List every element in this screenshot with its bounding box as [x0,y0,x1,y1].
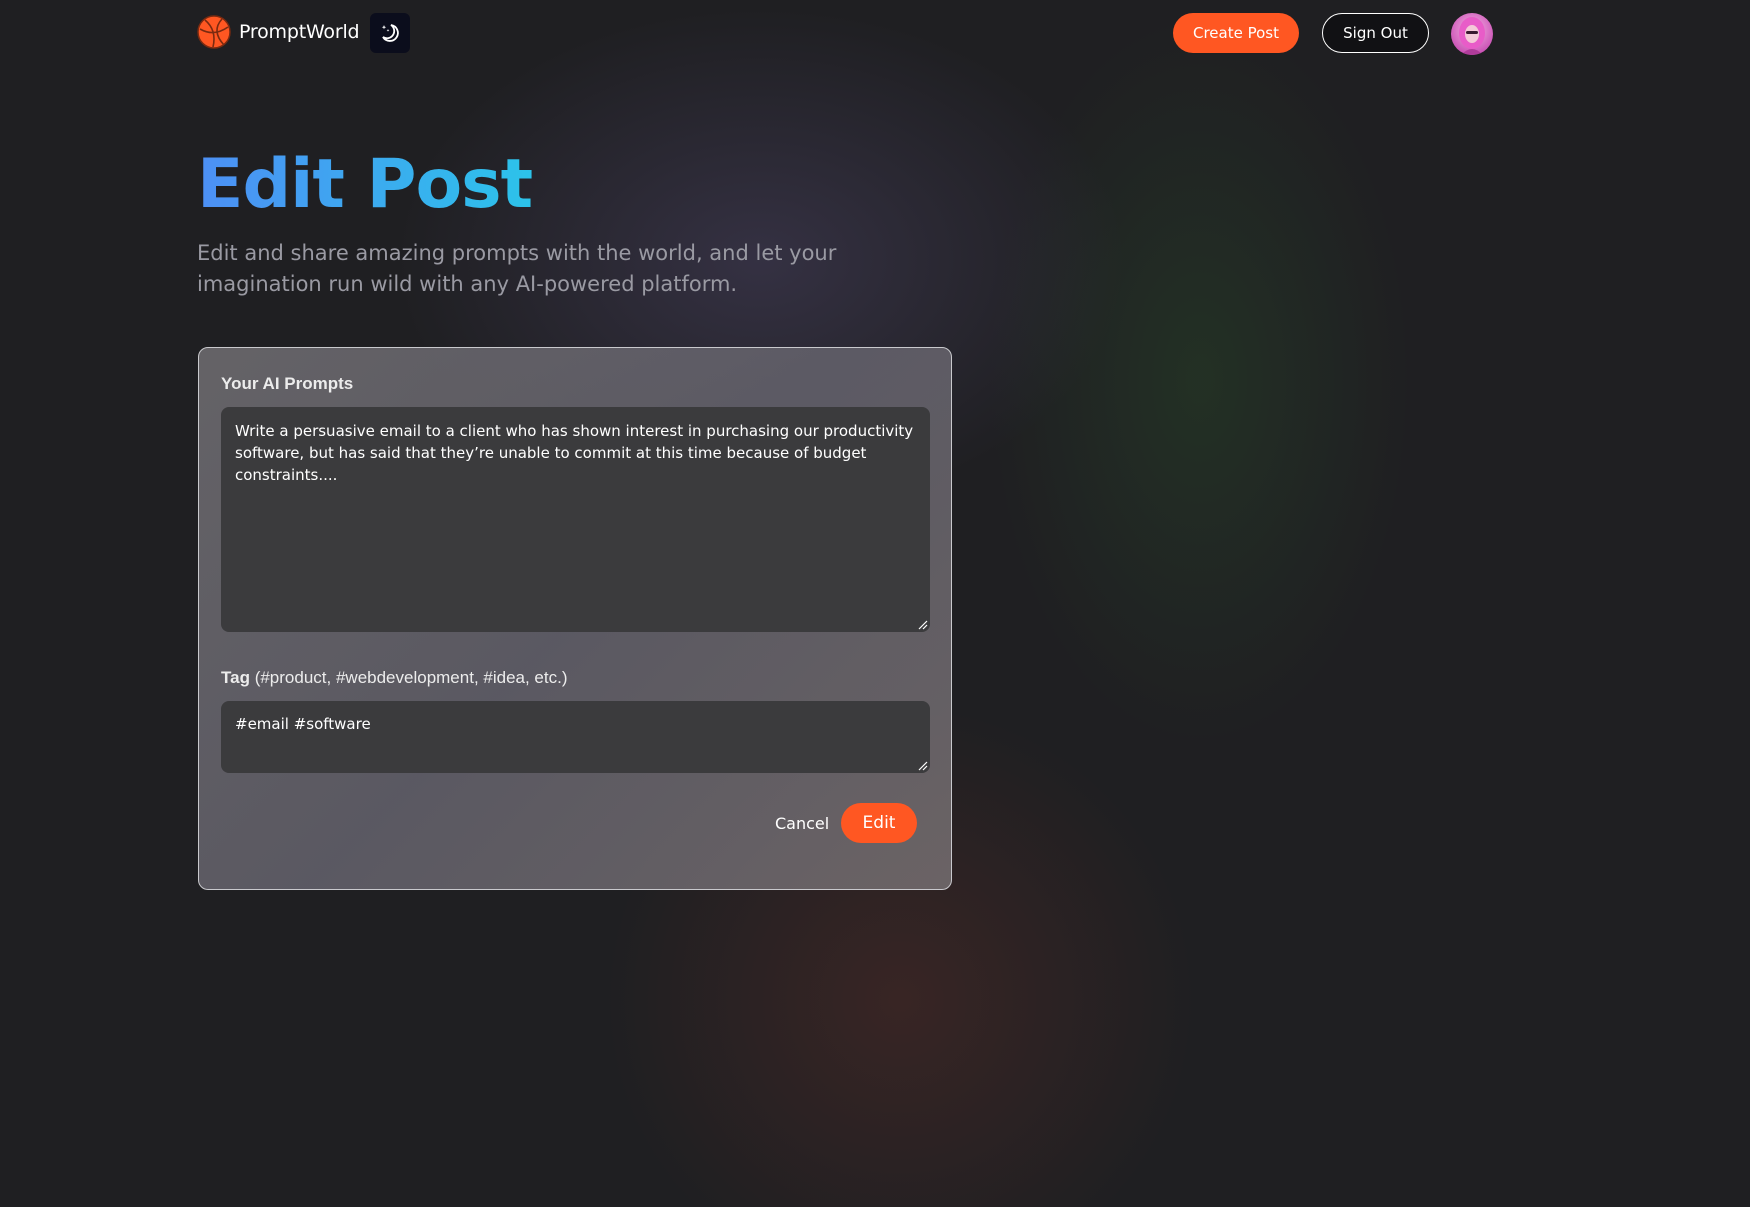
avatar-image [1451,13,1493,55]
create-post-button[interactable]: Create Post [1173,13,1299,53]
sign-out-button[interactable]: Sign Out [1322,13,1429,53]
globe-logo-icon [197,15,231,49]
brand-name: PromptWorld [239,21,360,43]
cancel-button[interactable]: Cancel [775,803,829,843]
page-title: Edit Post [197,140,533,230]
resize-grip-icon[interactable] [918,761,928,771]
edit-post-form: Your AI Prompts Write a persuasive email… [198,347,952,890]
tag-label: Tag (#product, #webdevelopment, #idea, e… [221,668,568,688]
prompt-textarea[interactable]: Write a persuasive email to a client who… [221,407,930,632]
brand[interactable]: PromptWorld [197,15,360,49]
tag-textarea[interactable]: #email #software [221,701,930,773]
user-avatar[interactable] [1451,13,1493,55]
edit-submit-button[interactable]: Edit [841,803,917,843]
tag-label-hint: (#product, #webdevelopment, #idea, etc.) [249,668,568,687]
theme-toggle-button[interactable] [370,13,410,53]
tag-textarea-value: #email #software [235,715,371,733]
page-description: Edit and share amazing prompts with the … [197,241,837,296]
prompt-label: Your AI Prompts [221,374,354,393]
resize-grip-icon[interactable] [918,620,928,630]
prompt-textarea-value: Write a persuasive email to a client who… [235,422,914,484]
moon-stars-icon [381,24,399,42]
tag-label-bold: Tag [221,668,250,687]
page: PromptWorld Create Post Sign Out Edit Po… [0,0,1750,1207]
